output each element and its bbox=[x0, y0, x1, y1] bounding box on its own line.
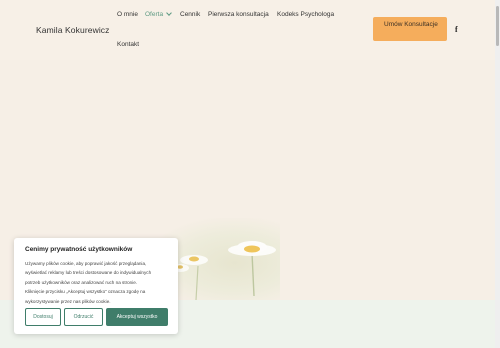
cookie-text-line: potrzeb użytkowników oraz analizować ruc… bbox=[25, 279, 138, 285]
cookie-dialog-text: Używamy plików cookie, aby poprawić jako… bbox=[25, 259, 175, 306]
site-header: Kamila Kokurewicz O mnie Oferta Cennik P… bbox=[0, 0, 500, 60]
cookie-text-line: wyświetlać reklamy lub treści dostosowan… bbox=[25, 270, 152, 276]
cookie-consent-dialog: Cenimy prywatność użytkowników Używamy p… bbox=[14, 238, 178, 334]
scrollbar-thumb[interactable] bbox=[496, 6, 499, 46]
reject-cookies-button[interactable]: Odrzucić bbox=[64, 308, 103, 326]
accept-all-cookies-button[interactable]: Akceptuj wszystko bbox=[106, 308, 168, 326]
facebook-icon[interactable]: f bbox=[455, 25, 458, 34]
cookie-dialog-title: Cenimy prywatność użytkowników bbox=[25, 246, 133, 253]
nav-item-oferta[interactable]: Oferta bbox=[145, 10, 172, 18]
book-consultation-button[interactable]: Umów Konsultacje bbox=[373, 17, 447, 41]
cookie-text-line: Kliknięcie przycisku „Akceptuj wszystko”… bbox=[25, 289, 146, 295]
nav-item-o-mnie[interactable]: O mnie bbox=[117, 11, 138, 18]
nav-item-oferta-label: Oferta bbox=[145, 11, 164, 18]
site-brand[interactable]: Kamila Kokurewicz bbox=[36, 25, 110, 35]
page-scrollbar[interactable] bbox=[495, 0, 500, 348]
customize-cookies-button[interactable]: Dostosuj bbox=[25, 308, 61, 326]
chevron-down-icon bbox=[166, 10, 172, 16]
nav-item-kodeks-psychologa[interactable]: Kodeks Psychologa bbox=[277, 11, 334, 18]
nav-item-pierwsza-konsultacja[interactable]: Pierwsza konsultacja bbox=[208, 11, 269, 18]
nav-item-cennik[interactable]: Cennik bbox=[180, 11, 200, 18]
cookie-text-line: wykorzystywanie przez nas plików cookie. bbox=[25, 298, 111, 304]
nav-item-kontakt[interactable]: Kontakt bbox=[117, 41, 139, 48]
cookie-text-line: Używamy plików cookie, aby poprawić jako… bbox=[25, 261, 147, 266]
